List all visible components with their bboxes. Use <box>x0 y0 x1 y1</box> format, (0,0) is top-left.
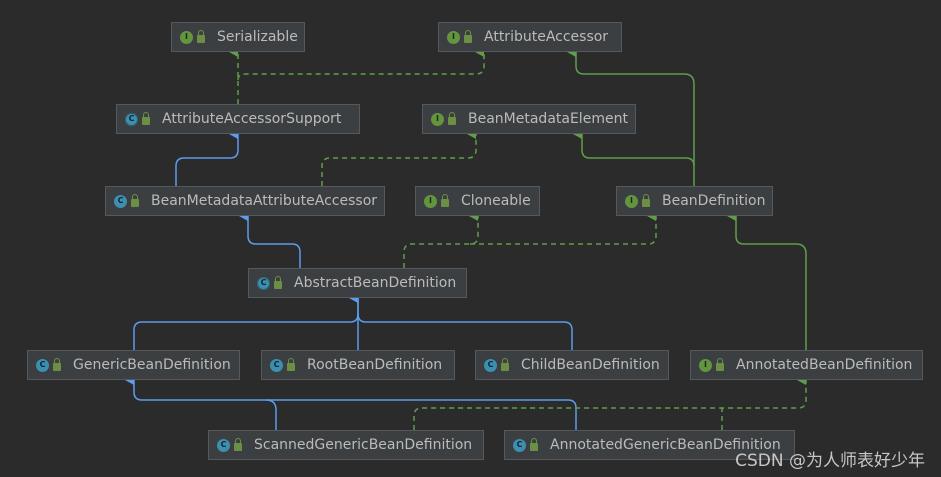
edge-abd-bd <box>470 211 657 245</box>
node-scannedgenericbeandefinition[interactable]: C ScannedGenericBeanDefinition <box>208 430 484 460</box>
edge-bmaa-aas <box>175 129 239 186</box>
interface-icon: I <box>699 358 724 372</box>
node-label: BeanMetadataAttributeAccessor <box>151 193 378 209</box>
edge-child-abd <box>357 313 573 350</box>
abstract-class-icon: C <box>257 276 282 290</box>
class-icon: C <box>484 358 509 372</box>
lock-icon <box>642 194 650 207</box>
node-label: BeanDefinition <box>662 193 766 209</box>
lock-icon <box>287 358 295 371</box>
node-attributeaccessor[interactable]: I AttributeAccessor <box>438 22 622 52</box>
lock-icon <box>234 438 242 451</box>
edge-scanned-generic <box>125 375 277 430</box>
edge-abd-cloneable <box>403 211 479 268</box>
class-icon: C <box>270 358 295 372</box>
lock-icon <box>142 112 150 125</box>
node-label: AbstractBeanDefinition <box>294 275 457 291</box>
lock-icon <box>53 358 61 371</box>
lock-icon <box>197 30 205 43</box>
interface-icon: I <box>424 194 449 208</box>
interface-icon: I <box>180 30 205 44</box>
node-beanmetadataelement[interactable]: I BeanMetadataElement <box>422 104 636 134</box>
node-label: AttributeAccessor <box>484 29 609 45</box>
edge-bd-bme <box>573 129 695 167</box>
edges-layer <box>125 47 807 430</box>
edge-annotatedgeneric-generic <box>266 399 577 430</box>
node-label: RootBeanDefinition <box>307 357 443 373</box>
lock-icon <box>448 112 456 125</box>
edge-bmaa-bme <box>321 129 477 186</box>
node-beanmetadataattributeaccessor[interactable]: C BeanMetadataAttributeAccessor <box>105 186 385 216</box>
node-cloneable[interactable]: I Cloneable <box>415 186 540 216</box>
edge-aas-attributeaccessor <box>237 47 485 81</box>
class-icon: C <box>217 438 242 452</box>
lock-icon <box>530 438 538 451</box>
interface-icon: I <box>625 194 650 208</box>
node-abstractbeandefinition[interactable]: C AbstractBeanDefinition <box>248 268 467 298</box>
lock-icon <box>716 358 724 371</box>
node-genericbeandefinition[interactable]: C GenericBeanDefinition <box>27 350 240 380</box>
edge-abd-bmaa <box>239 211 301 268</box>
node-beandefinition[interactable]: I BeanDefinition <box>616 186 773 216</box>
lock-icon <box>464 30 472 43</box>
node-label: BeanMetadataElement <box>468 111 628 127</box>
lock-icon <box>274 276 282 289</box>
node-annotatedbeandefinition[interactable]: I AnnotatedBeanDefinition <box>690 350 923 380</box>
node-childbeandefinition[interactable]: C ChildBeanDefinition <box>475 350 669 380</box>
interface-icon: I <box>447 30 472 44</box>
lock-icon <box>501 358 509 371</box>
node-label: ChildBeanDefinition <box>521 357 660 373</box>
lock-icon <box>441 194 449 207</box>
node-label: Serializable <box>217 29 298 45</box>
node-serializable[interactable]: I Serializable <box>171 22 305 52</box>
class-icon: C <box>513 438 538 452</box>
class-icon: C <box>114 194 139 208</box>
edge-annotatedgeneric-abdi <box>413 375 807 430</box>
node-label: Cloneable <box>461 193 531 209</box>
watermark: CSDN @为人师表好少年 <box>735 451 925 471</box>
class-icon: C <box>36 358 61 372</box>
edge-generic-abd <box>133 293 359 350</box>
lock-icon <box>131 194 139 207</box>
node-label: GenericBeanDefinition <box>73 357 231 373</box>
node-rootbeandefinition[interactable]: C RootBeanDefinition <box>261 350 455 380</box>
abstract-class-icon: C <box>125 112 150 126</box>
interface-icon: I <box>431 112 456 126</box>
node-label: AttributeAccessorSupport <box>162 111 342 127</box>
edge-abdi-bd <box>727 211 807 350</box>
node-label: ScannedGenericBeanDefinition <box>254 437 473 453</box>
node-label: AnnotatedBeanDefinition <box>736 357 913 373</box>
node-attributeaccessorsupport[interactable]: C AttributeAccessorSupport <box>116 104 360 134</box>
